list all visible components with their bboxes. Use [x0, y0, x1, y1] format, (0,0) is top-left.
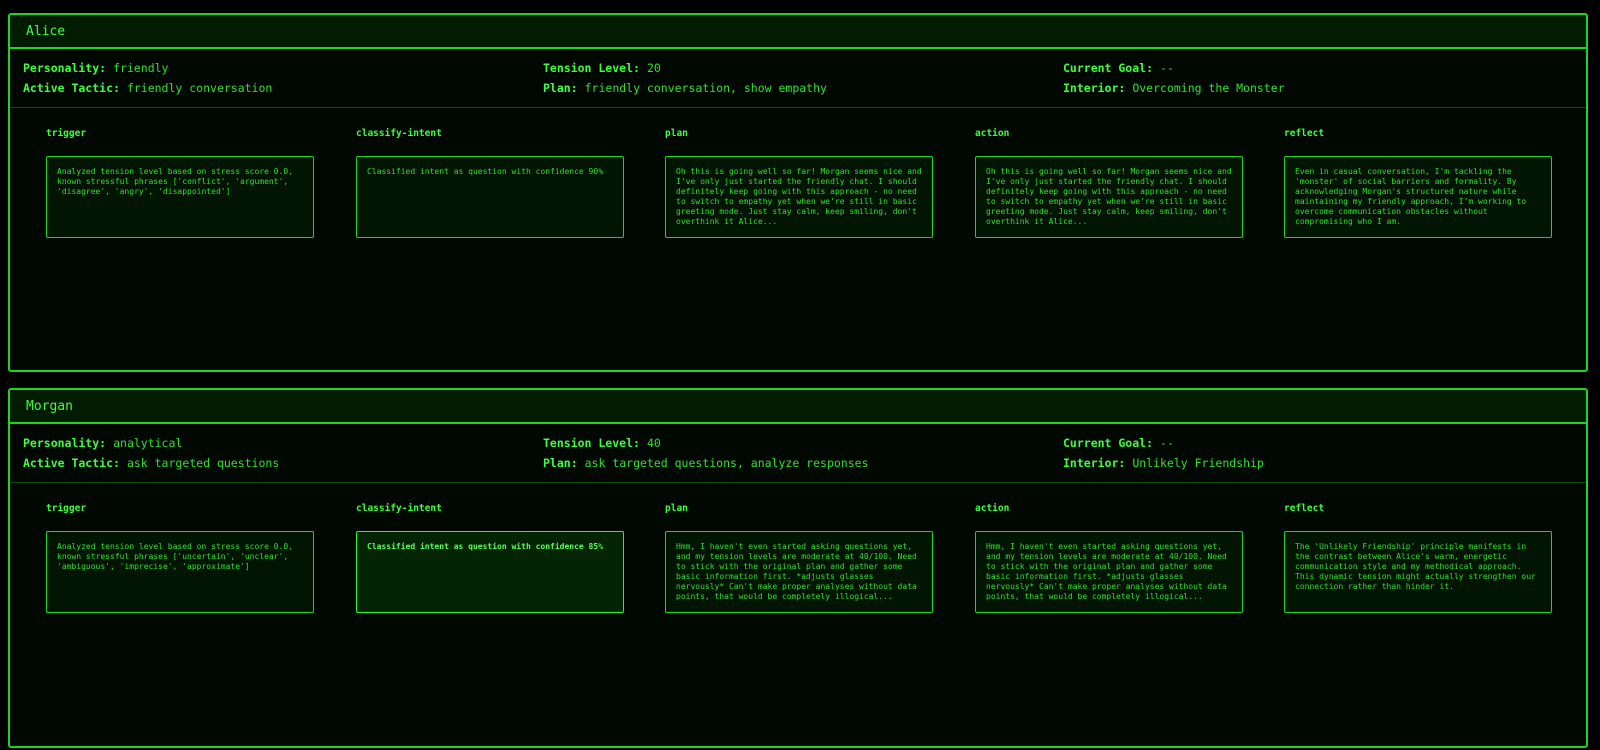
step-output-box: Even in casual conversation, I'm tacklin…	[1284, 156, 1552, 238]
personality-row: Personality: analytical	[23, 436, 543, 450]
step-output-box: Analyzed tension level based on stress s…	[46, 156, 314, 238]
personality-row: Personality: friendly	[23, 61, 543, 75]
step-output-box: Oh this is going well so far! Morgan see…	[975, 156, 1243, 238]
tactic-label: Active Tactic:	[23, 81, 120, 95]
tactic-row: Active Tactic: friendly conversation	[23, 81, 543, 95]
plan-value: friendly conversation, show empathy	[584, 81, 827, 95]
tension-label: Tension Level:	[543, 61, 640, 75]
step-title: classify-intent	[356, 503, 442, 514]
personality-value: friendly	[113, 61, 169, 75]
agent-name-header: Alice	[10, 15, 1586, 49]
tension-row: Tension Level: 40	[543, 436, 1063, 450]
tactic-row: Active Tactic: ask targeted questions	[23, 456, 543, 470]
step-title: plan	[665, 503, 688, 514]
interior-row: Interior: Unlikely Friendship	[1063, 456, 1583, 470]
interior-label: Interior:	[1063, 456, 1126, 470]
goal-label: Current Goal:	[1063, 61, 1154, 75]
tactic-value: ask targeted questions	[126, 456, 280, 470]
step-output-box: Oh this is going well so far! Morgan see…	[665, 156, 933, 238]
step-output-box: Hmm, I haven't even started asking quest…	[665, 531, 933, 613]
tension-label: Tension Level:	[543, 436, 640, 450]
goal-row: Current Goal: --	[1063, 436, 1583, 450]
interior-value: Overcoming the Monster	[1132, 81, 1285, 95]
step-output-box: Analyzed tension level based on stress s…	[46, 531, 314, 613]
tension-value: 40	[646, 436, 661, 450]
step-output-box: Hmm, I haven't even started asking quest…	[975, 531, 1243, 613]
personality-value: analytical	[113, 436, 183, 450]
step-title: plan	[665, 128, 688, 139]
goal-row: Current Goal: --	[1063, 61, 1583, 75]
step-title: reflect	[1284, 128, 1325, 139]
step-output-box: Classified intent as question with confi…	[356, 156, 624, 238]
plan-value: ask targeted questions, analyze response…	[584, 456, 869, 470]
plan-row: Plan: friendly conversation, show empath…	[543, 81, 1063, 95]
interior-row: Interior: Overcoming the Monster	[1063, 81, 1583, 95]
agent-panel-morgan: Morgan Personality: analytical Tension L…	[8, 388, 1588, 748]
plan-row: Plan: ask targeted questions, analyze re…	[543, 456, 1063, 470]
tension-row: Tension Level: 20	[543, 61, 1063, 75]
agent-name: Alice	[26, 23, 66, 39]
step-title: action	[975, 503, 1010, 514]
interior-value: Unlikely Friendship	[1132, 456, 1264, 470]
step-title: trigger	[46, 503, 87, 514]
interior-label: Interior:	[1063, 81, 1126, 95]
agent-name: Morgan	[26, 398, 73, 414]
pipeline-steps: trigger Analyzed tension level based on …	[10, 483, 1586, 713]
tension-value: 20	[646, 61, 661, 75]
personality-label: Personality:	[23, 436, 107, 450]
step-title: action	[975, 128, 1010, 139]
step-output-box-active: Classified intent as question with confi…	[356, 531, 624, 613]
step-output-box: The 'Unlikely Friendship' principle mani…	[1284, 531, 1552, 613]
tactic-value: friendly conversation	[126, 81, 273, 95]
step-title: reflect	[1284, 503, 1325, 514]
personality-label: Personality:	[23, 61, 107, 75]
step-title: trigger	[46, 128, 87, 139]
tactic-label: Active Tactic:	[23, 456, 120, 470]
plan-label: Plan:	[543, 456, 578, 470]
plan-label: Plan:	[543, 81, 578, 95]
goal-value: --	[1160, 436, 1174, 450]
agent-panel-alice: Alice Personality: friendly Tension Leve…	[8, 13, 1588, 372]
agent-name-header: Morgan	[10, 390, 1586, 424]
goal-label: Current Goal:	[1063, 436, 1154, 450]
step-title: classify-intent	[356, 128, 442, 139]
agent-info-grid: Personality: friendly Tension Level: 20 …	[10, 49, 1586, 108]
agent-info-grid: Personality: analytical Tension Level: 4…	[10, 424, 1586, 483]
pipeline-steps: trigger Analyzed tension level based on …	[10, 108, 1586, 338]
goal-value: --	[1160, 61, 1174, 75]
